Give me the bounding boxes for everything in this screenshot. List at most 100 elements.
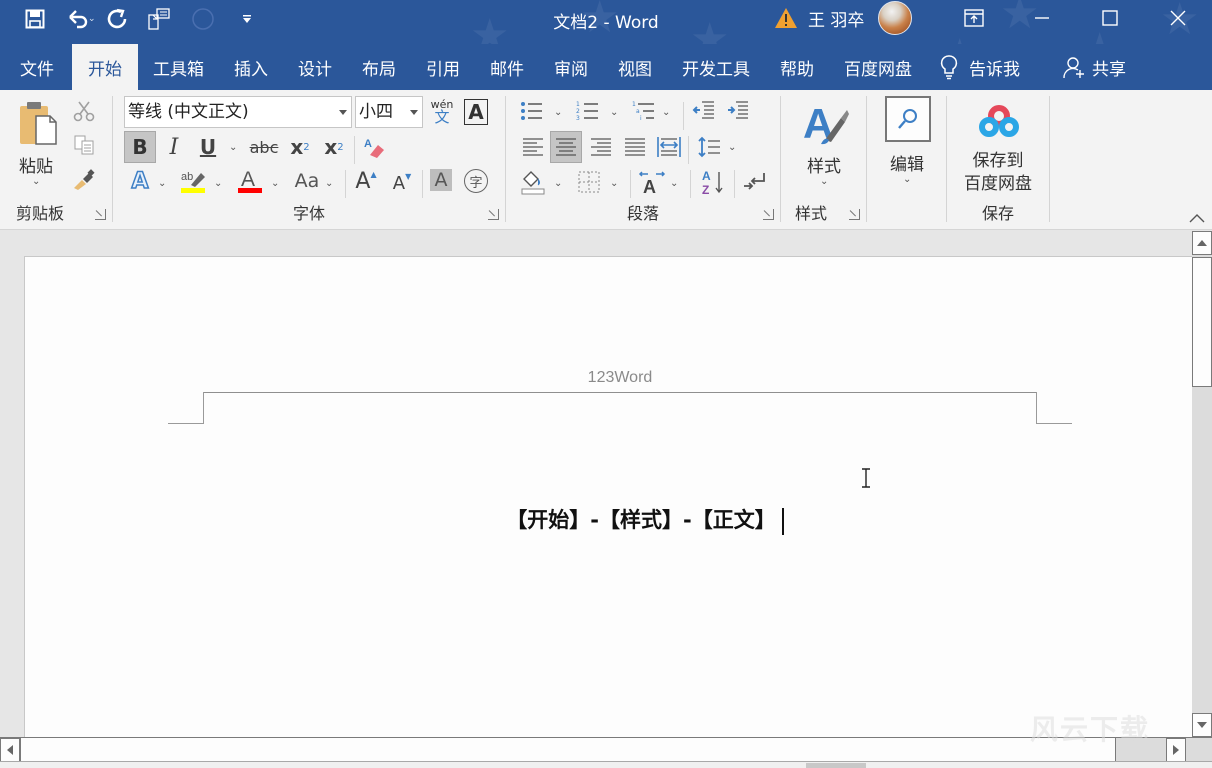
tab-mailings[interactable]: 邮件 [475,44,539,90]
tab-references[interactable]: 引用 [411,44,475,90]
show-hide-marks-button[interactable] [740,166,770,198]
enclose-characters-button[interactable]: 字 [464,169,488,193]
borders-button[interactable] [574,166,604,198]
save-button[interactable] [18,4,52,34]
shrink-font-button[interactable]: A ▼ [388,168,416,198]
chinese-layout-button[interactable]: A [637,166,667,198]
decrease-indent-button[interactable] [690,98,718,124]
customize-qat-button[interactable] [230,4,264,34]
tab-review[interactable]: 审阅 [539,44,603,90]
bullets-button[interactable] [518,98,546,124]
sort-button[interactable]: AZ [698,166,728,198]
distributed-button[interactable] [654,131,684,163]
editing-button[interactable]: 编辑 ⌄ [875,94,939,190]
grow-font-button[interactable]: A ▲ [352,166,380,196]
body-paragraph[interactable]: 【开始】-【样式】-【正文】 [25,504,1192,535]
vertical-scroll-thumb[interactable] [1192,257,1212,387]
line-spacing-button[interactable] [694,131,724,163]
close-button[interactable] [1144,0,1212,36]
text-effects-button[interactable]: A [126,166,154,196]
align-right-button[interactable] [586,131,616,163]
save-to-baidu-button[interactable]: 保存到 百度网盘 [953,94,1043,194]
tab-insert[interactable]: 插入 [219,44,283,90]
styles-dropdown-icon[interactable]: ⌄ [820,176,828,187]
chinese-layout-dropdown-icon[interactable]: ⌄ [670,178,678,189]
bullets-dropdown-icon[interactable]: ⌄ [554,107,562,118]
highlight-dropdown-icon[interactable]: ⌄ [214,178,222,189]
numbering-button[interactable]: 123 [574,98,602,124]
tab-view[interactable]: 视图 [603,44,667,90]
font-size-select[interactable]: 小四 [355,96,423,128]
account-area[interactable]: 王 羽卒 [774,1,913,35]
copy-button[interactable] [70,132,98,158]
tell-me-button[interactable]: 告诉我 [939,44,1020,90]
redo-button[interactable] [100,4,134,34]
undo-dropdown-icon[interactable]: ⌄ [88,14,100,24]
underline-dropdown-icon[interactable]: ⌄ [229,142,237,153]
highlight-button[interactable]: ab [178,166,210,196]
underline-button[interactable]: U [194,131,222,163]
format-painter-button[interactable] [70,166,98,192]
font-size-dropdown-icon[interactable] [410,110,418,115]
borders-dropdown-icon[interactable]: ⌄ [610,178,618,189]
tab-baidu-netdisk[interactable]: 百度网盘 [829,44,927,90]
change-case-dropdown-icon[interactable]: ⌄ [325,178,333,189]
font-name-dropdown-icon[interactable] [339,110,347,115]
warning-icon[interactable] [774,6,798,30]
styles-dialog-launcher[interactable] [849,209,860,220]
shading-dropdown-icon[interactable]: ⌄ [554,178,562,189]
touch-mode-button[interactable] [142,4,176,34]
scroll-right-button[interactable] [1166,738,1186,762]
ribbon-display-options-button[interactable] [940,0,1008,36]
text-effects-dropdown-icon[interactable]: ⌄ [158,178,166,189]
paste-button[interactable]: 粘贴 ⌄ [10,94,62,190]
tab-help[interactable]: 帮助 [765,44,829,90]
circle-button[interactable] [186,4,220,34]
horizontal-scroll-thumb[interactable] [20,738,1116,761]
line-spacing-dropdown-icon[interactable]: ⌄ [728,142,736,153]
tab-design[interactable]: 设计 [283,44,347,90]
clear-formatting-button[interactable]: A [360,131,388,163]
paragraph-dialog-launcher[interactable] [763,209,774,220]
scroll-up-button[interactable] [1192,231,1212,255]
tab-toolbox[interactable]: 工具箱 [138,44,219,90]
numbering-dropdown-icon[interactable]: ⌄ [610,107,618,118]
justify-button[interactable] [620,131,650,163]
increase-indent-button[interactable] [724,98,752,124]
tab-home[interactable]: 开始 [72,44,138,90]
italic-button[interactable]: I [160,131,188,163]
minimize-button[interactable] [1008,0,1076,36]
align-center-button[interactable] [550,131,582,163]
font-dialog-launcher[interactable] [488,209,499,220]
superscript-button[interactable]: x2 [320,131,348,163]
vertical-scrollbar[interactable] [1192,231,1212,737]
clipboard-dialog-launcher[interactable] [95,209,106,220]
scroll-down-button[interactable] [1192,713,1212,737]
phonetic-guide-button[interactable]: wén 文 [428,96,456,128]
change-case-button[interactable]: Aa [292,166,322,196]
cut-button[interactable] [70,98,98,124]
share-button[interactable]: 共享 [1062,44,1126,90]
avatar[interactable] [878,1,913,35]
character-shading-button[interactable]: A [430,169,452,191]
subscript-button[interactable]: x2 [286,131,314,163]
user-name[interactable]: 王 羽卒 [808,6,864,31]
styles-button[interactable]: A 样式 ⌄ [791,94,857,190]
page-header-text[interactable]: 123Word [25,369,1192,387]
editing-dropdown-icon[interactable]: ⌄ [903,174,911,185]
multilevel-list-dropdown-icon[interactable]: ⌄ [662,107,670,118]
character-border-button[interactable]: A [464,99,488,125]
paste-dropdown-icon[interactable]: ⌄ [32,176,40,187]
tab-file[interactable]: 文件 [0,44,72,90]
collapse-ribbon-button[interactable] [1186,210,1208,226]
align-left-button[interactable] [518,131,548,163]
font-color-dropdown-icon[interactable]: ⌄ [271,178,279,189]
maximize-button[interactable] [1076,0,1144,36]
document-page[interactable]: 123Word 【开始】-【样式】-【正文】 [24,256,1192,737]
shading-button[interactable] [518,166,548,198]
font-name-select[interactable]: 等线 (中文正文) [124,96,352,128]
tab-developer[interactable]: 开发工具 [667,44,765,90]
bold-button[interactable]: B [124,131,156,163]
strikethrough-button[interactable]: abc [248,131,280,163]
tab-layout[interactable]: 布局 [347,44,411,90]
